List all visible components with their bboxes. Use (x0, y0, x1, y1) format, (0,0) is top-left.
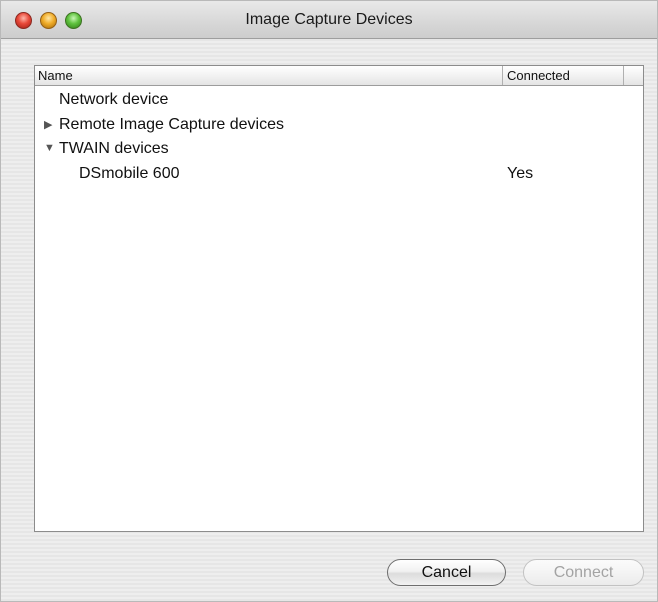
column-divider (502, 66, 503, 85)
devices-table: Name Connected Network device ▶ Remote I… (34, 65, 644, 532)
device-label: Network device (59, 91, 169, 108)
column-header-name[interactable]: Name (38, 68, 73, 83)
device-row-dsmobile-600[interactable]: DSmobile 600 Yes (35, 162, 643, 187)
device-group-label: TWAIN devices (59, 140, 169, 157)
column-divider (623, 66, 624, 85)
column-header-connected[interactable]: Connected (507, 68, 570, 83)
device-group-label: Remote Image Capture devices (59, 115, 284, 133)
image-capture-devices-window: Image Capture Devices Name Connected Net… (0, 0, 658, 602)
device-list: Network device ▶ Remote Image Capture de… (35, 88, 643, 186)
window-title: Image Capture Devices (245, 11, 413, 28)
device-label: DSmobile 600 (79, 164, 180, 182)
disclosure-triangle-collapsed-icon[interactable]: ▶ (44, 118, 52, 131)
connected-status: Yes (507, 164, 534, 182)
title-bar[interactable]: Image Capture Devices (1, 1, 657, 39)
device-row-network-device[interactable]: Network device (35, 88, 643, 113)
connect-button[interactable]: Connect (523, 559, 644, 586)
cancel-button[interactable]: Cancel (387, 559, 506, 586)
table-header: Name Connected (35, 66, 643, 86)
device-group-twain[interactable]: ▼ TWAIN devices (35, 137, 643, 162)
disclosure-triangle-expanded-icon[interactable]: ▼ (44, 142, 55, 154)
device-group-remote-image-capture[interactable]: ▶ Remote Image Capture devices (35, 113, 643, 138)
